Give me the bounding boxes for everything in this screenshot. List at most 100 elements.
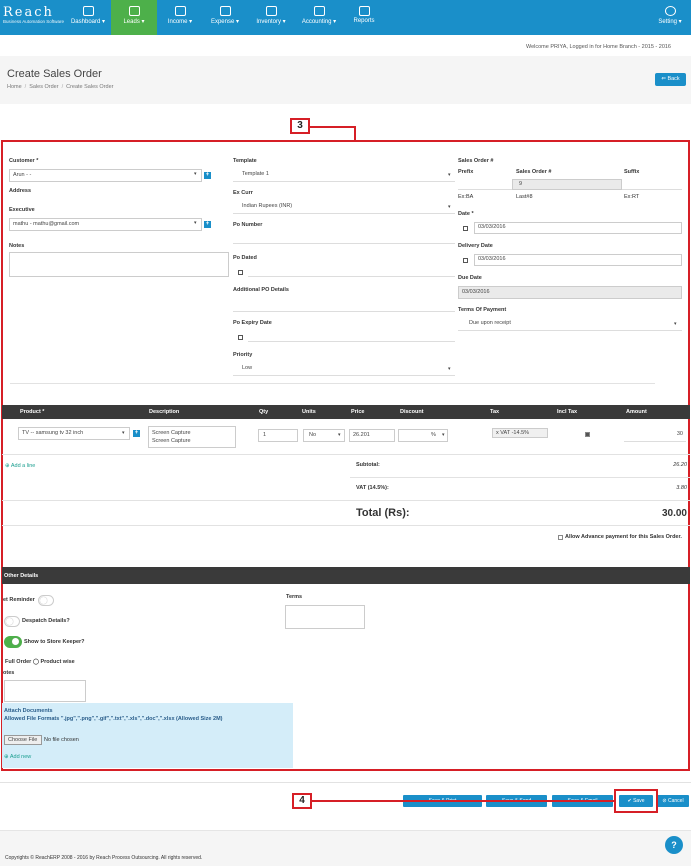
executive-select[interactable]: mathu - mathu@gmail.com xyxy=(9,218,202,231)
nav-expense[interactable]: Expense ▾ xyxy=(205,0,245,35)
ponumber-input[interactable] xyxy=(233,233,455,244)
divider xyxy=(2,525,690,526)
calendar-icon[interactable] xyxy=(463,226,468,231)
terms-of-payment-label: Terms Of Payment xyxy=(458,307,507,313)
col-amount: Amount xyxy=(626,409,647,415)
full-order-option[interactable]: Full Order ◯ Product wise xyxy=(5,659,75,665)
breadcrumb-current: Create Sales Order xyxy=(66,84,114,90)
add-line-link[interactable]: ⊕ Add a line xyxy=(5,463,35,469)
store-keeper-label: Show to Store Keeper? xyxy=(24,639,85,645)
calendar-icon[interactable] xyxy=(238,335,243,340)
nav-label: Leads xyxy=(123,19,140,25)
breadcrumb: Home / Sales Order / Create Sales Order xyxy=(7,84,113,90)
nav-label: Accounting xyxy=(301,19,332,25)
plus-icon: ⊕ xyxy=(5,463,10,469)
col-units: Units xyxy=(302,409,316,415)
product-select[interactable]: TV -- samsung tv 32 inch xyxy=(18,427,130,440)
priority-select[interactable]: Low xyxy=(233,363,455,376)
amount-input[interactable]: 30 xyxy=(624,429,686,442)
notes-label: Notes xyxy=(9,243,25,249)
terms-textarea[interactable] xyxy=(285,605,365,629)
description-textarea[interactable]: Screen Capture Screen Capture xyxy=(148,426,236,448)
chevron-down-icon: ▾ xyxy=(448,172,451,178)
reminder-toggle[interactable] xyxy=(38,595,54,606)
add-new-link[interactable]: ⊕ Add new xyxy=(4,754,31,760)
suffix-input[interactable] xyxy=(622,179,682,190)
breadcrumb-sales-order[interactable]: Sales Order xyxy=(29,84,58,90)
store-keeper-toggle[interactable] xyxy=(4,636,22,648)
notes-textarea[interactable] xyxy=(9,252,229,277)
calendar-icon[interactable] xyxy=(238,270,243,275)
plus-icon: ⊕ xyxy=(4,754,9,760)
description-line: Screen Capture xyxy=(152,430,191,436)
table-header xyxy=(2,405,690,419)
price-value: 26.201 xyxy=(353,432,370,438)
nav-inventory[interactable]: Inventory ▾ xyxy=(250,0,292,35)
tax-tag[interactable]: x VAT -14.5% xyxy=(492,428,548,438)
discount-input[interactable]: % xyxy=(398,429,448,442)
divider xyxy=(0,782,691,783)
podated-input[interactable] xyxy=(248,266,455,277)
back-button[interactable]: ⇐ Back xyxy=(655,73,686,86)
nav-setting[interactable]: Setting ▾ xyxy=(652,0,688,35)
template-select[interactable]: Template 1 xyxy=(233,169,455,182)
cancel-button[interactable]: ⊘ Cancel xyxy=(657,795,689,807)
col-description: Description xyxy=(149,409,180,415)
save-highlight-box xyxy=(614,789,658,813)
nav-accounting[interactable]: Accounting ▾ xyxy=(296,0,342,35)
incl-tax-checkbox[interactable] xyxy=(585,432,590,437)
product-wise-label: Product wise xyxy=(40,659,75,665)
chevron-down-icon: ▾ xyxy=(338,432,341,438)
additional-po-input[interactable] xyxy=(233,298,455,312)
total-label: Total (Rs): xyxy=(356,507,410,519)
radio-icon[interactable]: ◯ xyxy=(33,659,39,665)
poexpiry-input[interactable] xyxy=(248,331,455,342)
caret-icon: ▾ xyxy=(236,19,240,25)
col-price: Price xyxy=(351,409,365,415)
other-details-header xyxy=(2,567,690,584)
delivery-date-input[interactable]: 03/03/2016 xyxy=(474,254,682,266)
qty-input[interactable]: 1 xyxy=(258,429,298,442)
due-date-input: 03/03/2016 xyxy=(458,286,682,299)
page-header xyxy=(0,56,691,104)
caret-icon: ▾ xyxy=(678,19,682,25)
description-line: Screen Capture xyxy=(152,438,191,444)
delivery-date-label: Delivery Date xyxy=(458,243,493,249)
nav-label: Inventory xyxy=(256,19,281,25)
calendar-icon[interactable] xyxy=(463,258,468,263)
customer-select[interactable]: Arun - - xyxy=(9,169,202,182)
divider xyxy=(10,383,655,384)
help-icon[interactable]: ? xyxy=(665,836,683,854)
vat-value: 3.80 xyxy=(676,485,687,491)
nav-leads[interactable]: Leads ▾ xyxy=(111,0,157,35)
add-customer-icon[interactable]: + xyxy=(204,172,211,179)
add-product-icon[interactable]: + xyxy=(133,430,140,437)
top-navbar: Reach Business Automation Software Dashb… xyxy=(0,0,691,35)
welcome-text: Welcome PRIYA, Logged in for Home Branch… xyxy=(525,44,671,50)
despatch-toggle[interactable] xyxy=(4,616,20,627)
date-label: Date * xyxy=(458,211,474,217)
prefix-label: Prefix xyxy=(458,169,474,175)
nav-dashboard[interactable]: Dashboard ▾ xyxy=(68,0,108,35)
advance-payment-checkbox[interactable] xyxy=(558,535,563,540)
delivery-date-value: 03/03/2016 xyxy=(478,256,506,262)
brand-logo[interactable]: Reach Business Automation Software xyxy=(3,6,64,25)
copyright-text: Copyrights © ReachERP 2008 - 2016 by Rea… xyxy=(5,855,203,861)
divider xyxy=(2,500,690,501)
terms-select[interactable]: Due upon receipt xyxy=(458,318,682,331)
tax-value: x VAT -14.5% xyxy=(496,430,530,436)
price-input[interactable]: 26.201 xyxy=(349,429,395,442)
nav-income[interactable]: Income ▾ xyxy=(160,0,200,35)
accounting-icon xyxy=(313,6,325,16)
nav-reports[interactable]: Reports xyxy=(346,0,382,35)
other-notes-textarea[interactable] xyxy=(4,680,86,702)
copyright: Copyrights © ReachERP 2008 - 2016 by Rea… xyxy=(5,855,202,861)
prefix-input[interactable] xyxy=(458,179,512,190)
choose-file-button[interactable]: Choose File xyxy=(4,735,42,745)
excurr-select[interactable]: Indian Rupees (INR) xyxy=(233,201,455,214)
add-new-label: Add new xyxy=(9,754,32,760)
breadcrumb-home[interactable]: Home xyxy=(7,84,22,90)
add-executive-icon[interactable]: + xyxy=(204,221,211,228)
dashboard-icon xyxy=(82,6,94,16)
date-input[interactable]: 03/03/2016 xyxy=(474,222,682,234)
